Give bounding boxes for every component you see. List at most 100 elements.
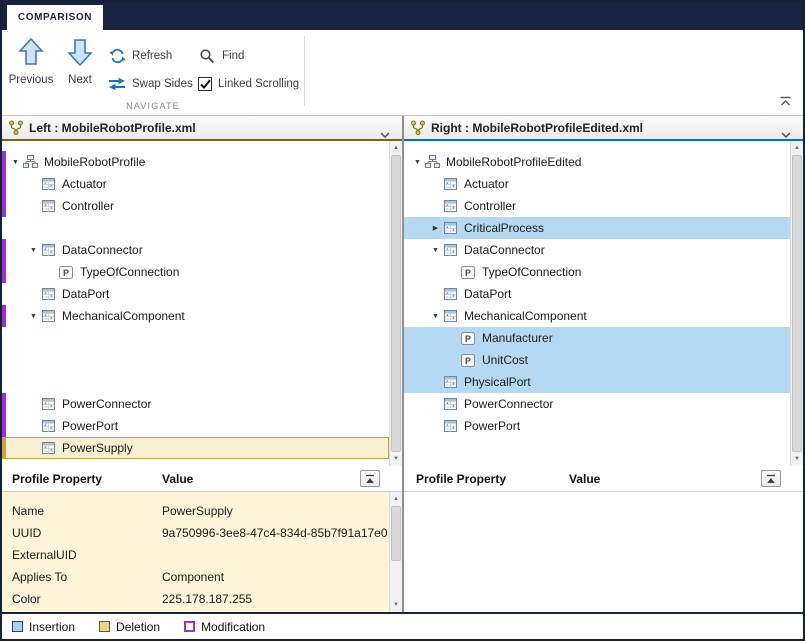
property-value: 225.178.187.255 — [162, 592, 252, 606]
scroll-down-button[interactable]: ▼ — [791, 452, 803, 466]
tab-comparison[interactable]: COMPARISON — [7, 5, 103, 30]
collapse-node-icon[interactable]: ▼ — [410, 159, 425, 166]
modification-change-bar[interactable] — [2, 239, 6, 283]
right-property-table — [404, 492, 803, 612]
previous-button[interactable]: Previous — [6, 34, 56, 100]
stereotype-icon — [41, 177, 57, 191]
left-property-header: Profile Property Value — [2, 466, 402, 492]
tree-item-label: Actuator — [464, 177, 509, 191]
refresh-button[interactable]: Refresh — [108, 46, 172, 66]
tree-item-mechanicalcomponent[interactable]: ▼MechanicalComponent — [2, 305, 389, 327]
tree-item-controller[interactable]: Controller — [404, 195, 790, 217]
right-tree-scrollbar[interactable]: ▲ ▼ — [790, 141, 803, 466]
tree-item-label: PowerPort — [62, 419, 118, 433]
tree-item-powerport[interactable]: PowerPort — [2, 415, 389, 437]
tree-item-powerconnector[interactable]: PowerConnector — [404, 393, 790, 415]
tree-item-dataport[interactable]: DataPort — [2, 283, 389, 305]
right-property-header: Profile Property Value — [404, 466, 803, 492]
collapse-node-icon[interactable]: ▼ — [26, 313, 41, 320]
tree-item-actuator[interactable]: Actuator — [404, 173, 790, 195]
tree-item-dataconnector[interactable]: ▼ DataConnector — [2, 239, 389, 261]
collapse-properties-button[interactable] — [360, 470, 380, 487]
left-properties-scrollbar[interactable]: ▲ ▼ — [389, 492, 402, 612]
scroll-up-button[interactable]: ▲ — [390, 141, 402, 155]
left-tree: ▼MobileRobotProfile Actuator Controller ▼ Da… — [2, 141, 389, 466]
checkbox-checked-icon[interactable] — [198, 77, 212, 91]
left-tree-scrollbar[interactable]: ▲ ▼ — [389, 141, 402, 466]
property-value: 9a750996-3ee8-47c4-834d-85b7f91a17e0 — [162, 526, 388, 540]
tree-gap-row — [2, 217, 389, 239]
tree-item-criticalprocess[interactable]: ▶ CriticalProcess — [404, 217, 790, 239]
property-icon: P — [461, 331, 477, 345]
tree-item-unitcost[interactable]: PUnitCost — [404, 349, 790, 371]
expand-node-icon[interactable]: ▶ — [428, 224, 443, 232]
previous-label: Previous — [9, 74, 54, 86]
tree-item-dataport[interactable]: DataPort — [404, 283, 790, 305]
tree-item-typeofconnection[interactable]: PTypeOfConnection — [2, 261, 389, 283]
collapse-node-icon[interactable]: ▼ — [26, 247, 41, 254]
stereotype-icon — [443, 243, 459, 257]
tree-item-label: DataConnector — [464, 243, 545, 257]
tree-item-powerconnector[interactable]: PowerConnector — [2, 393, 389, 415]
tree-item-label: DataConnector — [62, 243, 143, 257]
tree-item-label: Controller — [464, 199, 516, 213]
tree-item-actuator[interactable]: Actuator — [2, 173, 389, 195]
collapse-node-icon[interactable]: ▼ — [428, 247, 443, 254]
modification-change-bar[interactable] — [2, 151, 6, 217]
property-row-name[interactable]: NamePowerSupply — [2, 500, 389, 522]
property-name: UUID — [12, 526, 152, 540]
collapse-node-icon[interactable]: ▼ — [428, 313, 443, 320]
scroll-thumb[interactable] — [391, 506, 401, 561]
value-column-header: Value — [569, 472, 600, 486]
right-comparison-pane: Right : MobileRobotProfileEdited.xml ▼Mo… — [404, 116, 803, 466]
swap-sides-button[interactable]: Swap Sides — [108, 74, 193, 94]
property-row-applies-to[interactable]: Applies ToComponent — [2, 566, 389, 588]
stereotype-icon — [443, 375, 459, 389]
stereotype-icon — [41, 287, 57, 301]
collapse-node-icon[interactable]: ▼ — [8, 159, 23, 166]
tab-comparison-label: COMPARISON — [18, 12, 92, 23]
right-pane-header[interactable]: Right : MobileRobotProfileEdited.xml — [404, 116, 803, 141]
minimize-toolstrip-button[interactable] — [775, 93, 795, 109]
tree-item-label: Manufacturer — [482, 331, 553, 345]
comparison-tool-window: COMPARISON Previous Next — [0, 0, 805, 641]
stereotype-icon — [41, 397, 57, 411]
tree-item-manufacturer[interactable]: P Manufacturer — [404, 327, 790, 349]
stereotype-icon — [443, 419, 459, 433]
scroll-thumb[interactable] — [792, 155, 802, 452]
search-icon — [198, 48, 216, 64]
property-row-uuid[interactable]: UUID 9a750996-3ee8-47c4-834d-85b7f91a17e0 — [2, 522, 389, 544]
deletion-change-bar[interactable] — [2, 437, 6, 459]
scroll-thumb[interactable] — [391, 155, 401, 452]
tree-item-physicalport[interactable]: PhysicalPort — [404, 371, 790, 393]
linked-scrolling-checkbox[interactable]: Linked Scrolling — [198, 74, 299, 94]
left-property-panel: Profile Property Value NamePowerSupplyUU… — [2, 466, 404, 612]
collapse-properties-button[interactable] — [761, 470, 781, 487]
tree-gap-row — [2, 327, 389, 349]
property-row-color[interactable]: Color225.178.187.255 — [2, 588, 389, 610]
svg-text:P: P — [465, 267, 471, 277]
modification-change-bar[interactable] — [2, 393, 6, 437]
property-row-externaluid[interactable]: ExternalUID — [2, 544, 389, 566]
tree-item-mobilerobotprofile[interactable]: ▼MobileRobotProfile — [2, 151, 389, 173]
tree-item-label: Actuator — [62, 177, 107, 191]
tree-item-mechanicalcomponent[interactable]: ▼MechanicalComponent — [404, 305, 790, 327]
legend-label: Insertion — [29, 620, 75, 634]
tree-item-controller[interactable]: Controller — [2, 195, 389, 217]
find-button[interactable]: Find — [198, 46, 244, 66]
scroll-down-button[interactable]: ▼ — [390, 452, 402, 466]
scroll-down-button[interactable]: ▼ — [390, 598, 402, 612]
modification-change-bar[interactable] — [2, 305, 6, 327]
tree-item-label: CriticalProcess — [464, 221, 544, 235]
tree-gap-row — [2, 349, 389, 371]
tree-item-typeofconnection[interactable]: PTypeOfConnection — [404, 261, 790, 283]
tree-item-powersupply[interactable]: PowerSupply — [2, 437, 389, 459]
tree-item-mobilerobotprofileedited[interactable]: ▼MobileRobotProfileEdited — [404, 151, 790, 173]
tree-item-dataconnector[interactable]: ▼ DataConnector — [404, 239, 790, 261]
tree-item-powerport[interactable]: PowerPort — [404, 415, 790, 437]
scroll-up-button[interactable]: ▲ — [791, 141, 803, 155]
left-pane-header[interactable]: Left : MobileRobotProfile.xml — [2, 116, 402, 141]
comparison-panes: Left : MobileRobotProfile.xml ▼MobileRob… — [2, 116, 803, 466]
scroll-up-button[interactable]: ▲ — [390, 492, 402, 506]
next-button[interactable]: Next — [58, 34, 102, 100]
